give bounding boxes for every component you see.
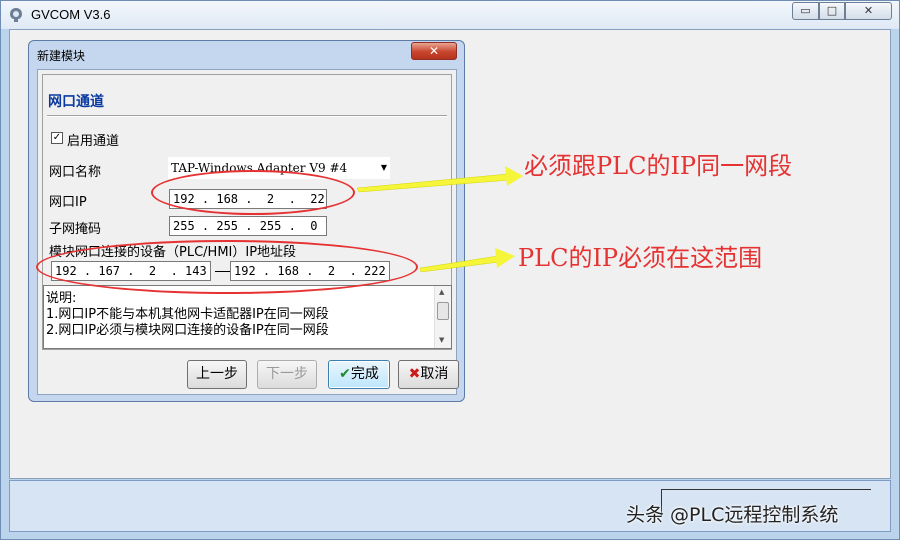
- maximize-button[interactable]: □: [819, 2, 845, 20]
- annotation-note-2: PLC的IP必须在这范围: [518, 244, 763, 272]
- nic-ip-label: 网口IP: [49, 195, 87, 210]
- notes-line-2: 2.网口IP必须与模块网口连接的设备IP在同一网段: [46, 323, 329, 338]
- cancel-button[interactable]: ✖取消: [398, 360, 459, 389]
- scroll-down-icon[interactable]: ▼: [439, 336, 444, 344]
- notes-box: 说明: 1.网口IP不能与本机其他网卡适配器IP在同一网段 2.网口IP必须与模…: [43, 285, 452, 349]
- dialog-title: 新建模块: [37, 49, 86, 63]
- dialog-body: 网口通道 ✓ 启用通道 网口名称 TAP-Windows Adapter V9 …: [37, 69, 459, 395]
- subnet-mask-label: 子网掩码: [49, 222, 102, 237]
- scroll-thumb[interactable]: [437, 302, 449, 320]
- window-close-button[interactable]: ✕: [845, 2, 892, 20]
- cancel-x-icon: ✖: [408, 366, 421, 382]
- app-title: GVCOM V3.6: [31, 7, 111, 22]
- next-button[interactable]: 下一步: [257, 360, 317, 389]
- enable-channel-label: 启用通道: [67, 134, 120, 149]
- scroll-up-icon[interactable]: ▲: [439, 288, 444, 296]
- new-module-dialog: 新建模块 ✕ 网口通道 ✓ 启用通道 网口名称 TAP-Windows Adap…: [28, 40, 465, 402]
- nic-name-label: 网口名称: [49, 165, 102, 180]
- finish-label: 完成: [350, 366, 379, 382]
- section-title: 网口通道: [48, 94, 104, 110]
- dialog-close-button[interactable]: ✕: [411, 42, 457, 60]
- watermark: 头条 @PLC远程控制系统: [626, 504, 839, 526]
- annotation-note-1: 必须跟PLC的IP同一网段: [524, 152, 793, 180]
- section-divider: [47, 115, 447, 117]
- cancel-label: 取消: [420, 366, 449, 382]
- enable-channel-checkbox[interactable]: ✓: [51, 132, 63, 144]
- finish-button[interactable]: ✔完成: [328, 360, 390, 389]
- annotation-ellipse-range: [36, 240, 418, 294]
- annotation-ellipse-ip: [151, 170, 355, 215]
- app-logo-icon: [10, 8, 22, 22]
- prev-button[interactable]: 上一步: [187, 360, 247, 389]
- chevron-down-icon: ▼: [380, 163, 387, 172]
- app-titlebar: GVCOM V3.6 ▭ □ ✕: [1, 1, 899, 29]
- subnet-mask-field[interactable]: 255 . 255 . 255 . 0: [169, 216, 327, 236]
- check-icon: ✔: [339, 366, 351, 382]
- notes-scrollbar[interactable]: ▲ ▼: [434, 286, 451, 348]
- minimize-button[interactable]: ▭: [792, 2, 819, 20]
